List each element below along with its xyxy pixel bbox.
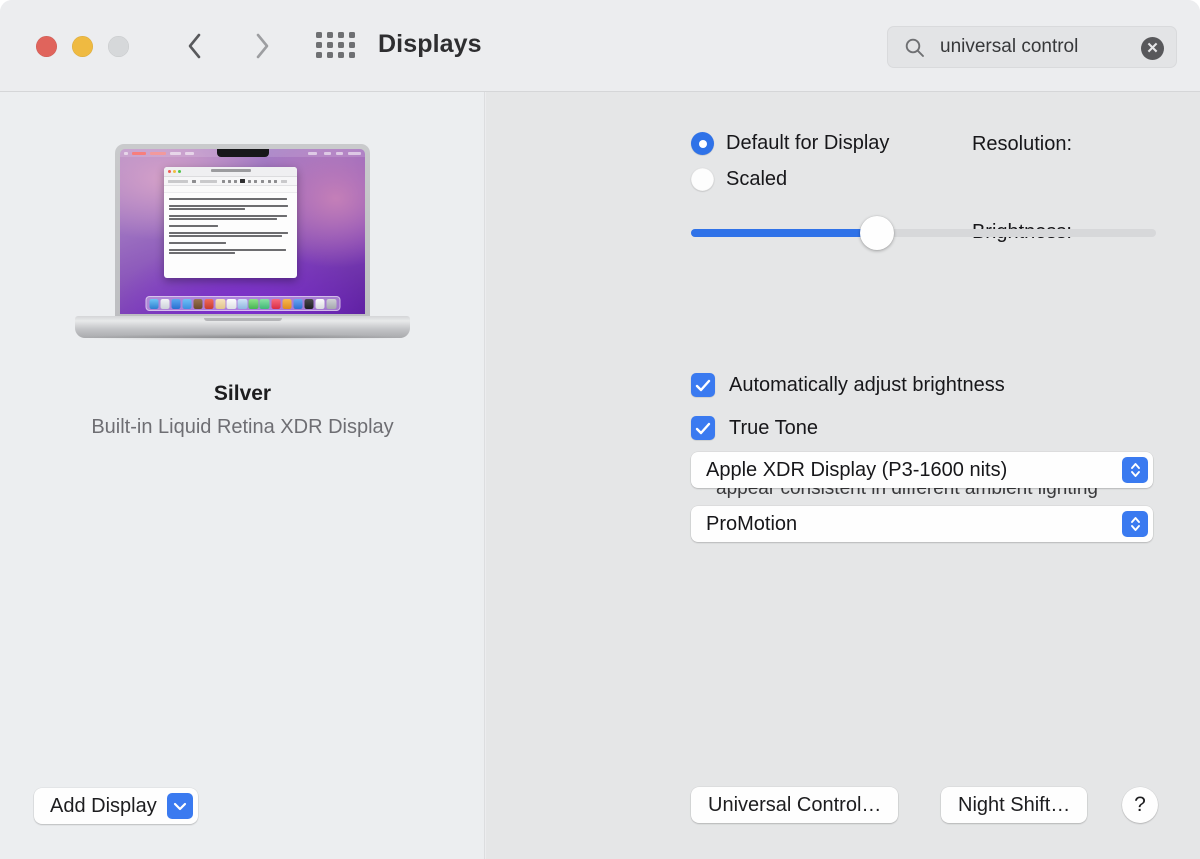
grid-dot bbox=[316, 52, 322, 58]
display-name: Silver bbox=[0, 382, 485, 406]
zoom-window-button bbox=[108, 36, 129, 57]
chevron-up-down-icon[interactable] bbox=[1122, 511, 1148, 537]
slider-knob[interactable] bbox=[860, 216, 894, 250]
chevron-up-down-icon[interactable] bbox=[1122, 457, 1148, 483]
grid-dot bbox=[338, 32, 344, 38]
macbook-shadow bbox=[83, 334, 402, 341]
macbook-lid bbox=[115, 144, 370, 319]
add-display-button[interactable]: Add Display bbox=[34, 788, 198, 824]
resolution-option-scaled[interactable]: Scaled bbox=[691, 168, 787, 191]
refresh-rate-value: ProMotion bbox=[706, 513, 797, 536]
grid-dot bbox=[349, 42, 355, 48]
chevron-right-icon bbox=[252, 31, 272, 61]
auto-brightness-checkbox-row[interactable]: Automatically adjust brightness bbox=[691, 373, 1005, 397]
search-input[interactable]: universal control bbox=[940, 36, 1078, 58]
grid-dot bbox=[338, 52, 344, 58]
grid-dot bbox=[316, 32, 322, 38]
resolution-label: Resolution: bbox=[882, 133, 1072, 156]
auto-brightness-label: Automatically adjust brightness bbox=[729, 374, 1005, 397]
radio-default-for-display[interactable] bbox=[691, 132, 714, 155]
checkmark-icon bbox=[695, 422, 711, 435]
minimize-window-button[interactable] bbox=[72, 36, 93, 57]
screen-notch bbox=[217, 149, 269, 157]
brightness-slider[interactable] bbox=[691, 229, 1156, 237]
chevron-down-icon[interactable] bbox=[167, 793, 193, 819]
radio-scaled-label: Scaled bbox=[726, 168, 787, 191]
traffic-light-buttons bbox=[36, 36, 129, 57]
textedit-titlebar bbox=[164, 167, 297, 177]
night-shift-button[interactable]: Night Shift… bbox=[941, 787, 1087, 823]
auto-brightness-checkbox[interactable] bbox=[691, 373, 715, 397]
displays-preferences-window: Displays universal control ✕ bbox=[0, 0, 1200, 859]
universal-control-button[interactable]: Universal Control… bbox=[691, 787, 898, 823]
true-tone-checkbox-row[interactable]: True Tone bbox=[691, 416, 818, 440]
search-icon bbox=[904, 37, 926, 59]
radio-scaled[interactable] bbox=[691, 168, 714, 191]
close-window-button[interactable] bbox=[36, 36, 57, 57]
display-description: Built-in Liquid Retina XDR Display bbox=[0, 416, 485, 439]
forward-button[interactable] bbox=[242, 26, 282, 66]
true-tone-label: True Tone bbox=[729, 417, 818, 440]
grid-dot bbox=[316, 42, 322, 48]
textedit-ruler bbox=[164, 186, 297, 193]
grid-dot bbox=[349, 52, 355, 58]
window-toolbar: Displays universal control ✕ bbox=[0, 0, 1200, 92]
grid-dot bbox=[327, 42, 333, 48]
grid-dot bbox=[327, 32, 333, 38]
add-display-label: Add Display bbox=[50, 795, 157, 818]
textedit-document bbox=[164, 193, 297, 254]
radio-default-label: Default for Display bbox=[726, 132, 889, 155]
textedit-window bbox=[164, 167, 297, 278]
macbook-screen bbox=[120, 149, 365, 314]
presets-popup-button[interactable]: Apple XDR Display (P3-1600 nits) bbox=[691, 452, 1153, 488]
textedit-toolbar bbox=[164, 177, 297, 186]
macbook-illustration bbox=[75, 144, 410, 354]
grid-dot bbox=[338, 42, 344, 48]
search-field[interactable]: universal control ✕ bbox=[887, 26, 1177, 68]
refresh-rate-popup-button[interactable]: ProMotion bbox=[691, 506, 1153, 542]
true-tone-checkbox[interactable] bbox=[691, 416, 715, 440]
dock bbox=[145, 296, 340, 311]
resolution-option-default[interactable]: Default for Display bbox=[691, 132, 889, 155]
back-button[interactable] bbox=[174, 26, 214, 66]
chevron-left-icon bbox=[184, 31, 204, 61]
page-title: Displays bbox=[378, 30, 482, 59]
checkmark-icon bbox=[695, 379, 711, 392]
display-preview-panel: Silver Built-in Liquid Retina XDR Displa… bbox=[0, 92, 485, 859]
grid-dot bbox=[349, 32, 355, 38]
clear-search-icon[interactable]: ✕ bbox=[1141, 37, 1164, 60]
presets-value: Apple XDR Display (P3-1600 nits) bbox=[706, 459, 1007, 482]
help-button[interactable]: ? bbox=[1122, 787, 1158, 823]
slider-fill bbox=[691, 229, 877, 237]
show-all-preferences-button[interactable] bbox=[316, 32, 352, 61]
grid-dot bbox=[327, 52, 333, 58]
display-settings-panel: Resolution: Default for Display Scaled B… bbox=[486, 92, 1200, 859]
